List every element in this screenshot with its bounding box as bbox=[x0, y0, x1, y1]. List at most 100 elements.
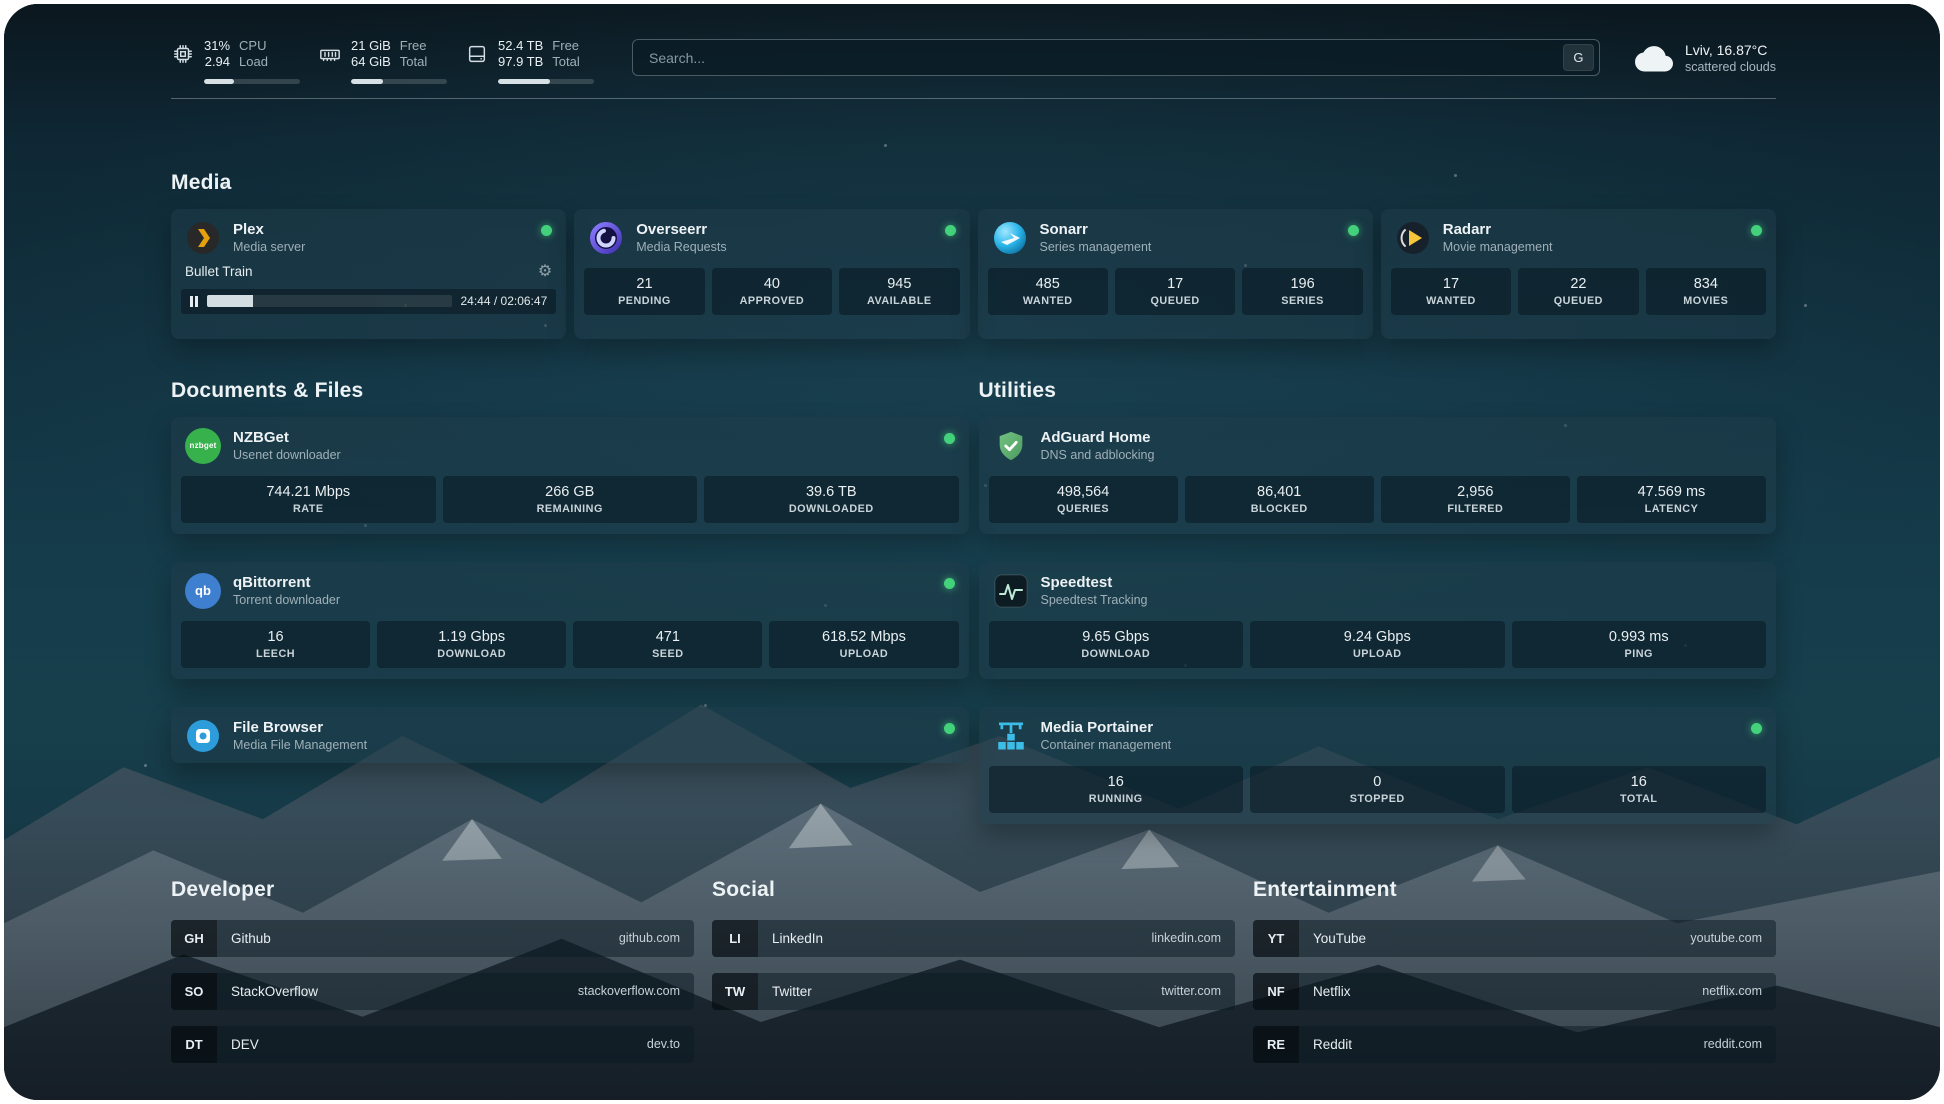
stat-box: 16LEECH bbox=[181, 621, 370, 668]
bookmark-name: LinkedIn bbox=[772, 931, 823, 946]
pause-icon[interactable] bbox=[190, 296, 198, 307]
stat-box: 21PENDING bbox=[584, 268, 704, 315]
search-provider-button[interactable]: G bbox=[1563, 44, 1594, 71]
cpu-stat: 31% 2.94 CPU Load bbox=[171, 38, 302, 84]
plex-titles: Plex Media server bbox=[233, 220, 305, 256]
weather-text: Lviv, 16.87°C scattered clouds bbox=[1685, 41, 1776, 75]
gear-icon[interactable]: ⚙ bbox=[538, 264, 552, 280]
now-playing-row: Bullet Train ⚙ bbox=[171, 264, 566, 280]
bookmark-stackoverflow[interactable]: SO StackOverflow stackoverflow.com bbox=[171, 973, 694, 1010]
status-dot bbox=[1751, 225, 1762, 236]
bookmark-twitter[interactable]: TW Twitter twitter.com bbox=[712, 973, 1235, 1010]
stat-box: 9.24 GbpsUPLOAD bbox=[1250, 621, 1505, 668]
portainer-card-header: Media Portainer Container management bbox=[979, 707, 1777, 763]
qbittorrent-card[interactable]: qb qBittorrent Torrent downloader 16LEEC… bbox=[171, 562, 969, 679]
stat-box: 744.21 MbpsRATE bbox=[181, 476, 436, 523]
radarr-stats: 17WANTED 22QUEUED 834MOVIES bbox=[1381, 265, 1776, 326]
cpu-labels: CPU Load bbox=[239, 38, 268, 71]
bookmark-netflix[interactable]: NF Netflix netflix.com bbox=[1253, 973, 1776, 1010]
filebrowser-card[interactable]: File Browser Media File Management bbox=[171, 707, 969, 763]
bookmark-abbr: SO bbox=[171, 973, 217, 1010]
portainer-stats: 16RUNNING 0STOPPED 16TOTAL bbox=[979, 763, 1777, 824]
plex-icon bbox=[185, 220, 221, 256]
bookmarks-area: Developer GH Github github.com SO StackO… bbox=[171, 878, 1776, 1100]
overseerr-icon bbox=[588, 220, 624, 256]
bookmark-reddit[interactable]: RE Reddit reddit.com bbox=[1253, 1026, 1776, 1063]
media-section: Media Plex Media server bbox=[171, 171, 1776, 339]
service-name: NZBGet bbox=[233, 428, 341, 448]
qbittorrent-card-header: qb qBittorrent Torrent downloader bbox=[171, 562, 969, 618]
overseerr-card-header: Overseerr Media Requests bbox=[574, 209, 969, 265]
nzbget-icon: nzbget bbox=[185, 428, 221, 464]
bookmark-dev[interactable]: DT DEV dev.to bbox=[171, 1026, 694, 1063]
stat-box: 22QUEUED bbox=[1518, 268, 1638, 315]
adguard-card[interactable]: AdGuard Home DNS and adblocking 498,564Q… bbox=[979, 417, 1777, 534]
service-name: File Browser bbox=[233, 718, 367, 738]
bookmark-abbr: LI bbox=[712, 920, 758, 957]
entertainment-bookmarks: Entertainment YT YouTube youtube.com NF … bbox=[1253, 878, 1776, 1063]
bookmark-github[interactable]: GH Github github.com bbox=[171, 920, 694, 957]
service-subtitle: Movie management bbox=[1443, 239, 1553, 255]
nzbget-card[interactable]: nzbget NZBGet Usenet downloader 744.21 M… bbox=[171, 417, 969, 534]
playback-progress-fill bbox=[207, 295, 253, 307]
stat-box: 16TOTAL bbox=[1512, 766, 1767, 813]
media-section-title: Media bbox=[171, 171, 1776, 195]
sonarr-stats: 485WANTED 17QUEUED 196SERIES bbox=[978, 265, 1373, 326]
overseerr-stats: 21PENDING 40APPROVED 945AVAILABLE bbox=[574, 265, 969, 326]
sonarr-card[interactable]: Sonarr Series management 485WANTED 17QUE… bbox=[978, 209, 1373, 339]
service-subtitle: Speedtest Tracking bbox=[1041, 592, 1148, 608]
overseerr-card[interactable]: Overseerr Media Requests 21PENDING 40APP… bbox=[574, 209, 969, 339]
cpu-icon bbox=[171, 42, 195, 66]
service-subtitle: Media File Management bbox=[233, 737, 367, 753]
cpu-values: 31% 2.94 bbox=[204, 38, 230, 71]
memory-labels: Free Total bbox=[400, 38, 427, 71]
service-subtitle: DNS and adblocking bbox=[1041, 447, 1155, 463]
stat-box: 86,401BLOCKED bbox=[1185, 476, 1374, 523]
weather-condition: scattered clouds bbox=[1685, 59, 1776, 75]
sonarr-titles: Sonarr Series management bbox=[1040, 220, 1152, 256]
search-input[interactable] bbox=[647, 49, 1563, 67]
service-subtitle: Series management bbox=[1040, 239, 1152, 255]
service-subtitle: Media Requests bbox=[636, 239, 726, 255]
qbittorrent-icon: qb bbox=[185, 573, 221, 609]
bookmark-abbr: TW bbox=[712, 973, 758, 1010]
search-bar[interactable]: G bbox=[632, 39, 1600, 76]
documents-section-title: Documents & Files bbox=[171, 379, 969, 403]
stat-box: 266 GBREMAINING bbox=[443, 476, 698, 523]
bookmark-linkedin[interactable]: LI LinkedIn linkedin.com bbox=[712, 920, 1235, 957]
speedtest-card[interactable]: Speedtest Speedtest Tracking 9.65 GbpsDO… bbox=[979, 562, 1777, 679]
service-name: Plex bbox=[233, 220, 305, 240]
service-subtitle: Torrent downloader bbox=[233, 592, 340, 608]
weather-widget: Lviv, 16.87°C scattered clouds bbox=[1634, 41, 1776, 75]
status-dot bbox=[1348, 225, 1359, 236]
service-name: Overseerr bbox=[636, 220, 726, 240]
bookmark-youtube[interactable]: YT YouTube youtube.com bbox=[1253, 920, 1776, 957]
service-subtitle: Container management bbox=[1041, 737, 1172, 753]
radarr-card[interactable]: Radarr Movie management 17WANTED 22QUEUE… bbox=[1381, 209, 1776, 339]
social-bookmarks: Social LI LinkedIn linkedin.com TW Twitt… bbox=[712, 878, 1235, 1063]
social-section-title: Social bbox=[712, 878, 1235, 902]
documents-column: Documents & Files nzbget NZBGet Usenet d… bbox=[171, 379, 969, 763]
bookmark-abbr: GH bbox=[171, 920, 217, 957]
stat-box: 945AVAILABLE bbox=[839, 268, 959, 315]
plex-card[interactable]: Plex Media server Bullet Train ⚙ 24:44 /… bbox=[171, 209, 566, 339]
portainer-titles: Media Portainer Container management bbox=[1041, 718, 1172, 754]
bookmark-abbr: YT bbox=[1253, 920, 1299, 957]
disk-progress-bar bbox=[498, 79, 594, 84]
speedtest-titles: Speedtest Speedtest Tracking bbox=[1041, 573, 1148, 609]
service-name: Sonarr bbox=[1040, 220, 1152, 240]
speedtest-icon bbox=[993, 573, 1029, 609]
stat-box: 39.6 TBDOWNLOADED bbox=[704, 476, 959, 523]
sonarr-card-header: Sonarr Series management bbox=[978, 209, 1373, 265]
status-dot bbox=[944, 578, 955, 589]
status-dot bbox=[541, 225, 552, 236]
bookmark-name: Github bbox=[231, 931, 271, 946]
weather-location: Lviv, 16.87°C bbox=[1685, 41, 1776, 59]
radarr-titles: Radarr Movie management bbox=[1443, 220, 1553, 256]
bookmark-name: Netflix bbox=[1313, 984, 1351, 999]
nzbget-titles: NZBGet Usenet downloader bbox=[233, 428, 341, 464]
portainer-card[interactable]: Media Portainer Container management 16R… bbox=[979, 707, 1777, 824]
plex-card-header: Plex Media server bbox=[171, 209, 566, 265]
stat-box: 16RUNNING bbox=[989, 766, 1244, 813]
cpu-progress-bar bbox=[204, 79, 300, 84]
